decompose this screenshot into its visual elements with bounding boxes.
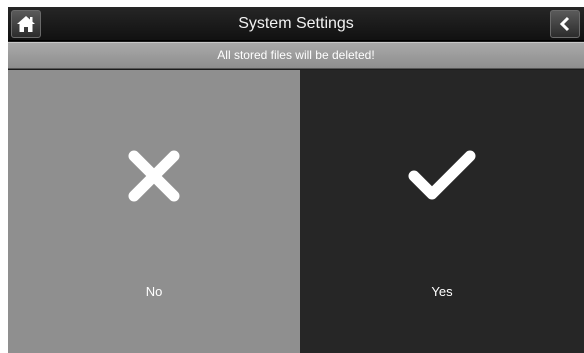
yes-button[interactable]: Yes: [300, 70, 584, 353]
title-bar: System Settings: [8, 7, 584, 41]
page-title: System Settings: [238, 15, 354, 32]
close-icon: [128, 150, 180, 202]
warning-message: All stored files will be deleted!: [8, 42, 584, 69]
no-button[interactable]: No: [8, 70, 300, 353]
yes-label: Yes: [431, 284, 453, 299]
back-button[interactable]: [550, 10, 580, 38]
checkmark-icon: [408, 150, 476, 200]
chevron-left-icon: [559, 16, 570, 32]
device-screen: System Settings All stored files will be…: [8, 7, 584, 353]
no-label: No: [145, 284, 163, 299]
